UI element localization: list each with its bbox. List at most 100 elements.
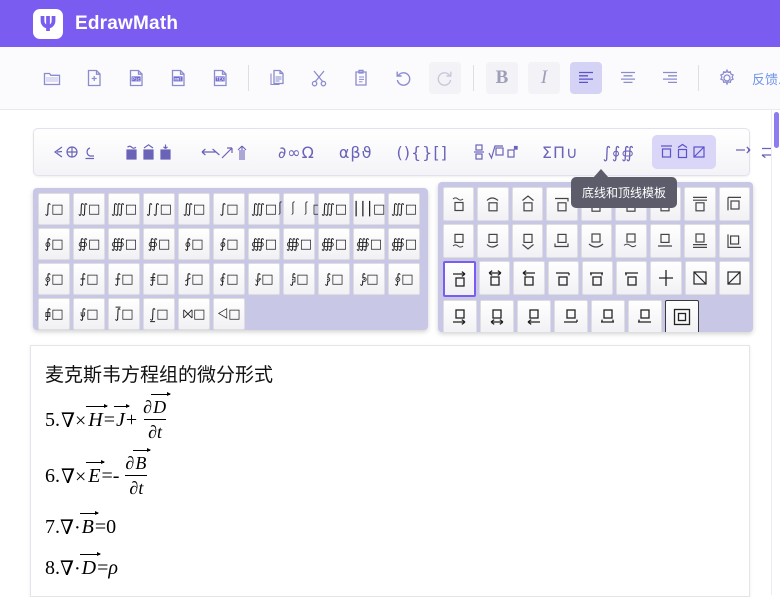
align-left-button[interactable] [570, 62, 602, 94]
settings-button[interactable] [711, 62, 743, 94]
palette-cell[interactable]: ∰□ [318, 228, 350, 260]
open-file-button[interactable] [36, 62, 68, 94]
document-canvas[interactable]: 麦克斯韦方程组的微分形式 5. ∇× H = J + ∂D ∂t 6. ∇× E… [30, 345, 750, 597]
integral-templates-palette[interactable]: ∫□ ∬□ ∭□ ∫∫□ ∬□ ∫□ ∭□ ⎰⎰⎰□ ∭□ ⎮⎮⎮□ ∭□ ∮□… [33, 188, 428, 330]
palette-cell[interactable]: ∯□ [73, 228, 105, 260]
align-center-button[interactable] [612, 62, 644, 94]
palette-cell[interactable]: ∰□ [388, 228, 420, 260]
palette-cell[interactable]: ⨕□ [38, 263, 70, 295]
equation-5[interactable]: 5. ∇× H = J + ∂D ∂t [45, 392, 749, 443]
bar-under-box-3-cell[interactable] [628, 300, 662, 332]
double-arrow-over-box-cell[interactable] [479, 261, 511, 295]
palette-cell[interactable]: ⨜□ [143, 298, 175, 330]
palette-cell[interactable]: ∭□ [318, 193, 350, 225]
palette-cell[interactable]: ⨖□ [38, 298, 70, 330]
palette-cell[interactable]: ∮□ [213, 228, 245, 260]
palette-cell[interactable]: ⨏□ [178, 263, 210, 295]
undo-button[interactable] [387, 62, 419, 94]
left-arrow-over-box-cell[interactable] [513, 261, 545, 295]
palette-cell[interactable]: ⨍□ [73, 263, 105, 295]
underbrace-box-cell[interactable] [546, 224, 578, 258]
palette-cell[interactable]: ∭□ [108, 193, 140, 225]
palette-cell[interactable]: ∰□ [248, 228, 280, 260]
palette-cell[interactable]: ⨞□ [213, 298, 245, 330]
palette-cell[interactable]: ∫□ [38, 193, 70, 225]
palette-cell[interactable]: ∰□ [353, 228, 385, 260]
category-greek[interactable]: αβϑ [332, 135, 380, 169]
equation-8[interactable]: 8. ∇· D = ρ [45, 552, 749, 581]
arc-under-box-cell[interactable] [477, 224, 509, 258]
right-arrow-under-box-cell[interactable] [443, 300, 477, 332]
category-integrals[interactable]: ∫∮∯ [596, 135, 642, 169]
palette-cell[interactable]: ∮□ [178, 228, 210, 260]
palette-cell[interactable]: ⨚□ [73, 298, 105, 330]
palette-cell[interactable]: ∬□ [73, 193, 105, 225]
copy-button[interactable] [261, 62, 293, 94]
boxed-box-cell[interactable] [665, 300, 699, 332]
category-accents[interactable] [117, 135, 183, 169]
category-brackets[interactable]: (){}[] [390, 135, 455, 169]
double-overline-box-cell[interactable] [684, 187, 716, 221]
paste-button[interactable] [345, 62, 377, 94]
bar-over-box-2-cell[interactable] [581, 261, 614, 295]
category-arrows[interactable] [193, 135, 261, 169]
palette-cell[interactable]: ⨕□ [388, 263, 420, 295]
left-arrow-under-box-cell[interactable] [517, 300, 551, 332]
export-tex-button[interactable]: TEX [204, 62, 236, 94]
palette-cell[interactable]: ⨍□ [108, 263, 140, 295]
page-scrollbar-track[interactable] [772, 110, 780, 595]
category-overline-underline[interactable] [651, 135, 716, 169]
palette-cell[interactable]: ⨐□ [213, 263, 245, 295]
box-diagonal-up-cell[interactable] [718, 261, 750, 295]
palette-cell[interactable]: ⨛□ [108, 298, 140, 330]
palette-cell[interactable]: ∫∫□ [143, 193, 175, 225]
palette-cell[interactable]: ∫□ [213, 193, 245, 225]
new-file-button[interactable] [78, 62, 110, 94]
feedback-link[interactable]: 反馈.. [752, 69, 780, 88]
arc-over-box-cell[interactable] [477, 187, 509, 221]
equation-6[interactable]: 6. ∇× E = - ∂B ∂t [45, 448, 749, 499]
category-relations[interactable] [45, 135, 107, 169]
category-fraction-radical[interactable] [465, 135, 525, 169]
export-mml-button[interactable]: mml [162, 62, 194, 94]
corner-under-left-box-cell[interactable] [718, 224, 750, 258]
palette-cell[interactable]: ∮□ [38, 228, 70, 260]
palette-cell[interactable]: ⨑□ [248, 263, 280, 295]
box-with-bar-through-cell[interactable] [650, 261, 682, 295]
bold-button[interactable]: B [486, 62, 518, 94]
tilde-under-box-2-cell[interactable] [615, 224, 647, 258]
align-right-button[interactable] [654, 62, 686, 94]
bar-under-box-cell[interactable] [554, 300, 588, 332]
palette-cell[interactable]: ⎮⎮⎮□ [353, 193, 385, 225]
palette-cell[interactable]: ∰□ [108, 228, 140, 260]
tilde-over-box-cell[interactable] [443, 187, 475, 221]
export-pic-button[interactable]: Pic [120, 62, 152, 94]
palette-cell[interactable]: ⨝□ [178, 298, 210, 330]
redo-button[interactable] [429, 62, 461, 94]
page-scrollbar-thumb[interactable] [774, 112, 779, 148]
vee-under-box-cell[interactable] [511, 224, 544, 258]
right-arrow-over-box-cell[interactable] [443, 261, 477, 297]
category-sum-product[interactable]: ΣΠ∪ [535, 135, 586, 169]
bar-under-box-2-cell[interactable] [591, 300, 625, 332]
palette-cell[interactable]: ⎰⎰⎰□ [273, 193, 325, 225]
palette-cell[interactable]: ∬□ [178, 193, 210, 225]
palette-cell[interactable]: ⨔□ [353, 263, 385, 295]
category-logic-misc[interactable]: ∂∞Ω [271, 135, 322, 169]
palette-cell[interactable]: ∰□ [283, 228, 315, 260]
corner-over-left-box-cell[interactable] [718, 187, 750, 221]
palette-cell[interactable]: ⨒□ [283, 263, 315, 295]
double-underline-box-cell[interactable] [684, 224, 716, 258]
box-diagonal-down-cell[interactable] [684, 261, 716, 295]
arc-under-box-2-cell[interactable] [580, 224, 613, 258]
palette-cell[interactable]: ∭□ [388, 193, 420, 225]
bar-over-box-3-cell[interactable] [616, 261, 648, 295]
italic-button[interactable]: I [528, 62, 560, 94]
underline-box-cell[interactable] [649, 224, 682, 258]
palette-cell[interactable]: ⨎□ [143, 263, 175, 295]
bar-over-box-cell[interactable] [547, 261, 579, 295]
cut-button[interactable] [303, 62, 335, 94]
palette-cell[interactable]: ∯□ [143, 228, 175, 260]
palette-cell[interactable]: ⨓□ [318, 263, 350, 295]
tilde-under-box-cell[interactable] [443, 224, 475, 258]
